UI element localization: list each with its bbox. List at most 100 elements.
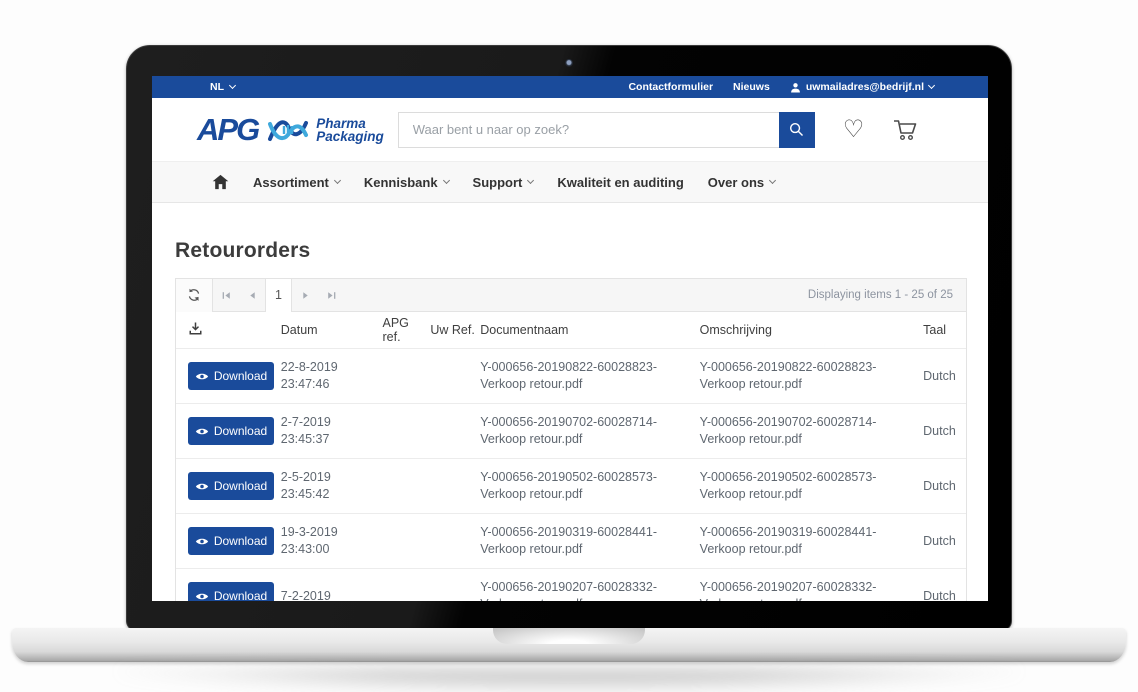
language-label: NL <box>210 81 224 93</box>
browser-viewport: NL Contactformulier Nieuws uwmailadres@b… <box>152 76 988 601</box>
col-header-omschrijving[interactable]: Omschrijving <box>700 322 921 339</box>
first-page-button[interactable] <box>213 279 239 312</box>
last-page-icon <box>326 290 337 301</box>
table-row: Download 2-5-201923:45:42 Y-000656-20190… <box>176 459 966 514</box>
nav-item-assortiment[interactable]: Assortiment <box>253 175 340 190</box>
cell-omschrijving: Y-000656-20190319-60028441-Verkoop retou… <box>700 524 921 558</box>
retourorders-table: 1 Displaying items 1 - 25 <box>175 278 967 601</box>
cart-icon <box>892 118 918 142</box>
download-button[interactable]: Download <box>188 472 274 500</box>
cell-taal: Dutch <box>921 424 966 438</box>
top-utility-bar: NL Contactformulier Nieuws uwmailadres@b… <box>152 76 988 98</box>
pagination-status: Displaying items 1 - 25 of 25 <box>808 289 966 301</box>
chevron-down-icon <box>928 82 935 89</box>
cell-datum: 2-5-201923:45:42 <box>281 469 383 503</box>
prev-page-button[interactable] <box>239 279 265 312</box>
apg-logo[interactable]: APG Pharma Packaging <box>197 112 384 148</box>
cell-taal: Dutch <box>921 369 966 383</box>
cell-datum: 19-3-201923:43:00 <box>281 524 383 558</box>
current-page[interactable]: 1 <box>265 279 292 312</box>
col-header-apg-ref[interactable]: APG ref. <box>382 316 430 344</box>
search-input[interactable] <box>398 112 779 148</box>
col-header-documentnaam[interactable]: Documentnaam <box>480 322 699 339</box>
cell-taal: Dutch <box>921 589 966 601</box>
chevron-down-icon <box>334 177 341 184</box>
col-header-uw-ref[interactable]: Uw Ref. <box>430 323 480 337</box>
account-menu[interactable]: uwmailadres@bedrijf.nl <box>790 81 934 93</box>
last-page-button[interactable] <box>318 279 344 312</box>
chevron-down-icon <box>443 177 450 184</box>
col-header-datum[interactable]: Datum <box>281 322 383 339</box>
next-page-icon <box>300 290 311 301</box>
nav-home[interactable] <box>212 174 229 190</box>
download-button[interactable]: Download <box>188 362 274 390</box>
page-title: Retourorders <box>175 239 988 263</box>
cell-omschrijving: Y-000656-20190207-60028332-Verkoop retou… <box>700 579 921 601</box>
laptop-base <box>12 628 1126 662</box>
heart-icon: ♡ <box>843 118 865 142</box>
cart-button[interactable] <box>892 118 918 142</box>
webcam-icon <box>565 59 573 67</box>
dna-helix-icon <box>267 115 309 145</box>
table-row: Download 19-3-201923:43:00 Y-000656-2019… <box>176 514 966 569</box>
cell-documentnaam: Y-000656-20190702-60028714-Verkoop retou… <box>480 414 699 448</box>
download-button[interactable]: Download <box>188 527 274 555</box>
pagination-bar: 1 Displaying items 1 - 25 <box>176 279 966 312</box>
language-selector[interactable]: NL <box>210 81 235 93</box>
eye-icon <box>195 372 209 381</box>
nav-item-over-ons[interactable]: Over ons <box>708 175 775 190</box>
laptop-reflection <box>119 668 1019 692</box>
laptop-screen-bezel: NL Contactformulier Nieuws uwmailadres@b… <box>126 45 1012 631</box>
cell-datum: 7-2-2019 <box>281 588 383 602</box>
table-header-row: Datum APG ref. Uw Ref. Documentnaam Omsc… <box>176 312 966 349</box>
news-link[interactable]: Nieuws <box>733 81 770 93</box>
cell-documentnaam: Y-000656-20190822-60028823-Verkoop retou… <box>480 359 699 393</box>
refresh-button[interactable] <box>176 279 213 312</box>
prev-page-icon <box>247 290 258 301</box>
search-button[interactable] <box>779 112 815 148</box>
refresh-icon <box>187 288 201 302</box>
chevron-down-icon <box>769 177 776 184</box>
search-icon <box>788 121 805 138</box>
site-header: APG Pharma Packaging <box>152 98 988 161</box>
eye-icon <box>195 482 209 491</box>
cell-documentnaam: Y-000656-20190207-60028332-Verkoop retou… <box>480 579 699 601</box>
eye-icon <box>195 592 209 601</box>
cell-documentnaam: Y-000656-20190502-60028573-Verkoop retou… <box>480 469 699 503</box>
laptop-notch <box>493 628 645 644</box>
col-header-taal[interactable]: Taal <box>921 323 966 337</box>
cell-omschrijving: Y-000656-20190702-60028714-Verkoop retou… <box>700 414 921 448</box>
first-page-icon <box>221 290 232 301</box>
table-row: Download 7-2-2019 Y-000656-20190207-6002… <box>176 569 966 601</box>
home-icon <box>212 174 229 190</box>
cell-datum: 22-8-201923:47:46 <box>281 359 383 393</box>
chevron-down-icon <box>527 177 534 184</box>
chevron-down-icon <box>229 82 236 89</box>
download-column-icon <box>188 321 203 336</box>
nav-item-kwaliteit[interactable]: Kwaliteit en auditing <box>557 175 683 190</box>
cell-taal: Dutch <box>921 534 966 548</box>
cell-documentnaam: Y-000656-20190319-60028441-Verkoop retou… <box>480 524 699 558</box>
contact-form-link[interactable]: Contactformulier <box>628 81 713 93</box>
eye-icon <box>195 537 209 546</box>
search-bar <box>398 112 815 148</box>
main-nav: Assortiment Kennisbank Support Kwaliteit… <box>152 161 988 203</box>
logo-tagline: Pharma Packaging <box>316 117 384 143</box>
wishlist-button[interactable]: ♡ <box>843 118 865 142</box>
download-button[interactable]: Download <box>188 417 274 445</box>
table-row: Download 22-8-201923:47:46 Y-000656-2019… <box>176 349 966 404</box>
account-email: uwmailadres@bedrijf.nl <box>806 81 924 93</box>
cell-taal: Dutch <box>921 479 966 493</box>
next-page-button[interactable] <box>292 279 318 312</box>
download-button[interactable]: Download <box>188 582 274 601</box>
user-icon <box>790 82 801 93</box>
cell-datum: 2-7-201923:45:37 <box>281 414 383 448</box>
eye-icon <box>195 427 209 436</box>
nav-item-kennisbank[interactable]: Kennisbank <box>364 175 449 190</box>
table-row: Download 2-7-201923:45:37 Y-000656-20190… <box>176 404 966 459</box>
page-content: Retourorders <box>152 239 988 601</box>
logo-text: APG <box>197 112 258 148</box>
nav-item-support[interactable]: Support <box>473 175 534 190</box>
laptop-mockup: NL Contactformulier Nieuws uwmailadres@b… <box>12 45 1126 692</box>
cell-omschrijving: Y-000656-20190822-60028823-Verkoop retou… <box>700 359 921 393</box>
